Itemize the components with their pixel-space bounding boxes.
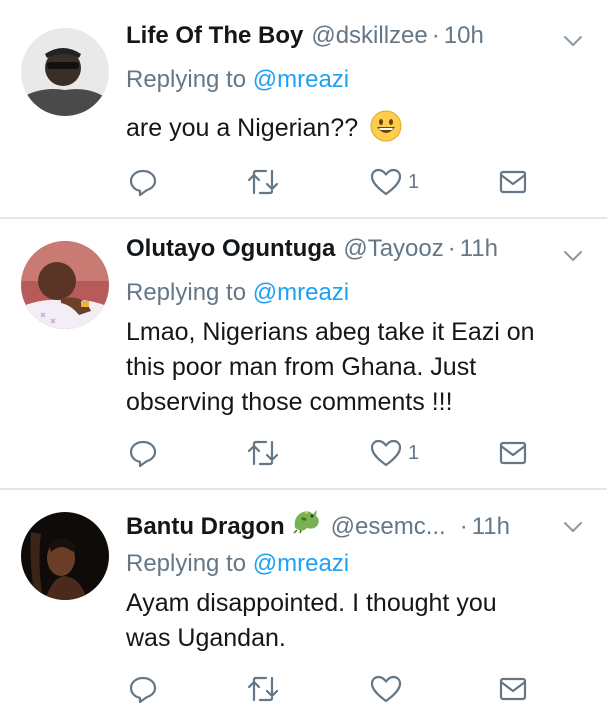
tweet-text: Ayam disappointed. I thought you was Uga… [126, 586, 596, 656]
retweet-icon [247, 676, 279, 702]
dm-icon [499, 677, 527, 701]
mention-link[interactable]: @mreazi [253, 550, 349, 577]
author-name[interactable]: Life Of The Boy [126, 22, 303, 50]
author-handle[interactable]: @Tayooz [343, 235, 443, 263]
timestamp[interactable]: 11h [472, 513, 510, 541]
dragon-icon [293, 510, 319, 534]
tweet-text-line: are you a Nigerian?? [126, 114, 359, 142]
retweet-icon [247, 169, 279, 195]
avatar-photo-icon [21, 512, 109, 600]
mention-link[interactable]: @mreazi [253, 279, 349, 306]
reply-button[interactable] [128, 674, 158, 704]
chevron-down-icon[interactable] [563, 249, 583, 263]
retweet-icon [247, 440, 279, 466]
tweet-1[interactable]: Life Of The Boy @dskillzee · 10h Replyin… [0, 0, 607, 218]
retweet-button[interactable] [246, 674, 280, 704]
tweet-2[interactable]: Olutayo Oguntuga @Tayooz · 11h Replying … [0, 219, 607, 488]
grinning-face-icon [370, 110, 402, 142]
author-name[interactable]: Olutayo Oguntuga [126, 235, 335, 263]
tweet-actions: 1 [126, 167, 546, 197]
like-icon [370, 439, 402, 467]
tweet-3[interactable]: Bantu Dragon @esemc... · 11h Replying to… [0, 490, 607, 720]
tweet-actions [126, 674, 546, 704]
like-button[interactable] [370, 674, 408, 704]
tweet-text-line: this poor man from Ghana. Just [126, 353, 477, 381]
replying-to: Replying to @mreazi [126, 66, 349, 94]
tweet-actions: 1 [126, 438, 546, 468]
like-count: 1 [408, 170, 420, 193]
replying-to-label: Replying to [126, 66, 247, 93]
dm-button[interactable] [498, 674, 528, 704]
replying-to-label: Replying to [126, 279, 247, 306]
avatar[interactable] [21, 241, 109, 329]
like-button[interactable]: 1 [370, 438, 419, 468]
avatar-photo-icon [21, 241, 109, 329]
tweet-text-line: observing those comments !!! [126, 388, 453, 416]
replying-to-label: Replying to [126, 550, 247, 577]
reply-icon [129, 169, 157, 197]
replying-to: Replying to @mreazi [126, 550, 349, 578]
reply-button[interactable] [128, 167, 158, 197]
timestamp[interactable]: 10h [444, 22, 484, 50]
avatar[interactable] [21, 28, 109, 116]
replying-to: Replying to @mreazi [126, 279, 349, 307]
tweet-text-line: Ayam disappointed. I thought you [126, 589, 497, 617]
chevron-down-icon[interactable] [563, 520, 583, 534]
retweet-button[interactable] [246, 438, 280, 468]
timestamp[interactable]: 11h [460, 235, 498, 263]
avatar[interactable] [21, 512, 109, 600]
reply-icon [129, 440, 157, 468]
like-icon [370, 168, 402, 196]
reply-button[interactable] [128, 438, 158, 468]
tweet-text-line: was Ugandan. [126, 624, 286, 652]
separator-dot: · [459, 513, 468, 540]
like-icon [370, 675, 402, 703]
author-name[interactable]: Bantu Dragon [126, 513, 285, 541]
author-handle[interactable]: @esemc... [331, 513, 446, 541]
tweet-text: Lmao, Nigerians abeg take it Eazi on thi… [126, 315, 596, 420]
like-count: 1 [408, 441, 420, 464]
dm-icon [499, 441, 527, 465]
tweet-text-line: Lmao, Nigerians abeg take it Eazi on [126, 318, 535, 346]
like-button[interactable]: 1 [370, 167, 419, 197]
avatar-photo-icon [21, 28, 109, 116]
dm-button[interactable] [498, 438, 528, 468]
separator-dot: · [447, 235, 456, 262]
dm-icon [499, 170, 527, 194]
separator-dot: · [431, 22, 440, 49]
mention-link[interactable]: @mreazi [253, 66, 349, 93]
tweet-text: are you a Nigerian?? [126, 110, 596, 146]
reply-icon [129, 676, 157, 704]
chevron-down-icon[interactable] [563, 34, 583, 48]
retweet-button[interactable] [246, 167, 280, 197]
author-handle[interactable]: @dskillzee [311, 22, 427, 50]
dm-button[interactable] [498, 167, 528, 197]
